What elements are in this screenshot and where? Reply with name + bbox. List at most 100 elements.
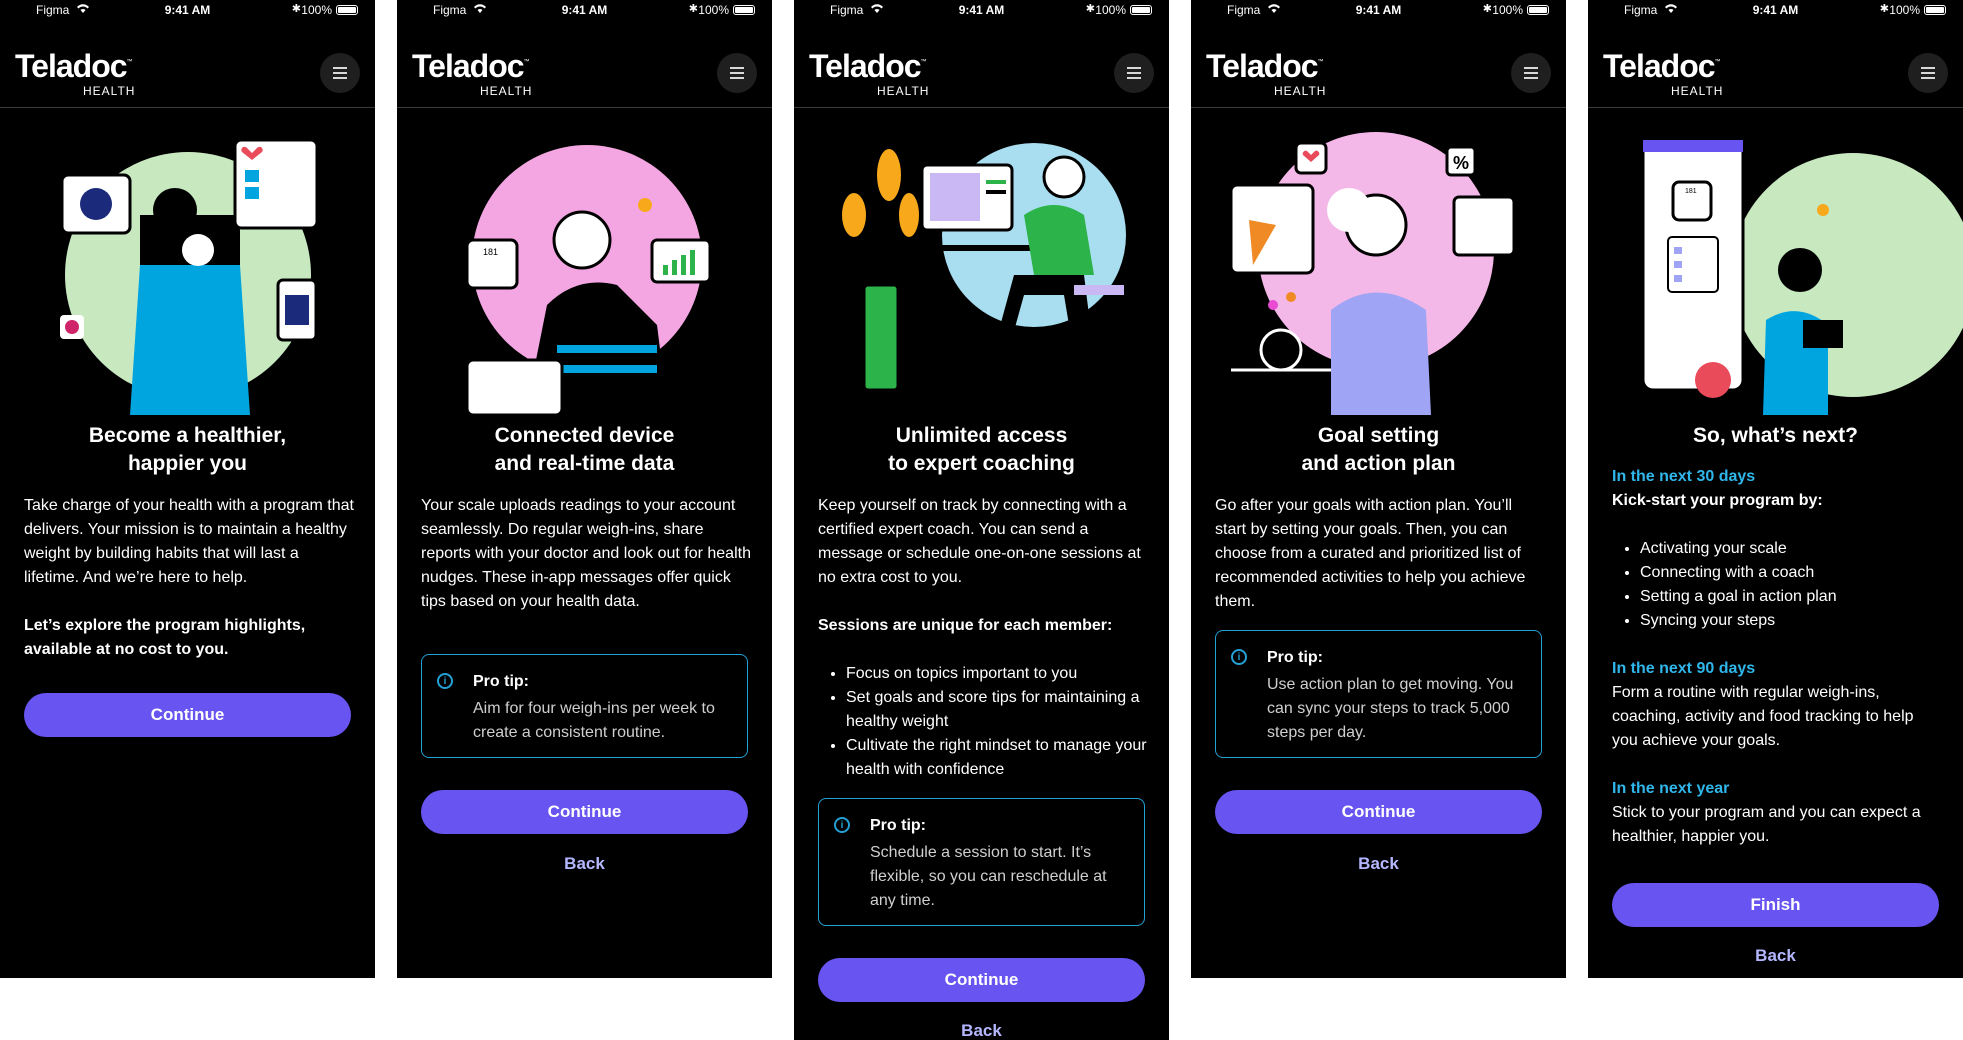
battery-percent: 100% xyxy=(698,3,729,17)
screen-4: Figma 9:41 AM ✱ 100% Teladoc™ HEALTH % G… xyxy=(1191,0,1566,978)
battery-percent: 100% xyxy=(1492,3,1523,17)
battery-icon xyxy=(1130,5,1152,15)
scale-readout: 181 xyxy=(1685,188,1697,195)
app-header: Teladoc™ HEALTH xyxy=(1588,22,1963,108)
connected-device-illustration: 181 xyxy=(465,145,712,415)
battery-percent: 100% xyxy=(1095,3,1126,17)
list-item: Focus on topics important to you xyxy=(846,662,1149,686)
bluetooth-icon: ✱ xyxy=(688,3,698,15)
pro-tip-card: i Pro tip: Schedule a session to start. … xyxy=(818,798,1145,926)
screen-body: In the next 30 days Kick-start your prog… xyxy=(1612,465,1943,849)
teladoc-logo: Teladoc™ xyxy=(1603,48,1721,84)
status-bar: Figma 9:41 AM ✱ 100% xyxy=(397,0,772,22)
menu-button[interactable] xyxy=(320,53,360,93)
menu-button[interactable] xyxy=(1114,53,1154,93)
app-header: Teladoc™ HEALTH xyxy=(0,22,375,108)
back-link[interactable]: Back xyxy=(1191,854,1566,874)
app-header: Teladoc™ HEALTH xyxy=(794,22,1169,108)
screen-title: Connected device and real-time data xyxy=(494,424,675,475)
section-heading: In the next 30 days xyxy=(1612,468,1756,485)
screen-title: Unlimited access to expert coaching xyxy=(888,424,1075,475)
finish-button[interactable]: Finish xyxy=(1612,883,1939,927)
screen-title: Become a healthier, happier you xyxy=(88,424,287,475)
info-icon: i xyxy=(1231,649,1247,665)
list-item: Set goals and score tips for maintaining… xyxy=(846,686,1149,734)
section-text: Form a routine with regular weigh-ins, c… xyxy=(1612,684,1914,749)
menu-button[interactable] xyxy=(1908,53,1948,93)
status-bar: Figma 9:41 AM ✱ 100% xyxy=(0,0,375,22)
teladoc-logo: Teladoc™ xyxy=(809,48,927,84)
list-item: Setting a goal in action plan xyxy=(1640,585,1943,609)
logo-subtitle: HEALTH xyxy=(1274,84,1327,98)
percent-icon: % xyxy=(1453,153,1469,173)
body-text: Your scale uploads readings to your acco… xyxy=(421,497,751,610)
bluetooth-icon: ✱ xyxy=(1085,3,1095,15)
continue-button[interactable]: Continue xyxy=(1215,790,1542,834)
battery-percent: 100% xyxy=(301,3,332,17)
tip-text: Schedule a session to start. It’s flexib… xyxy=(870,844,1107,909)
info-icon: i xyxy=(437,673,453,689)
logo-subtitle: HEALTH xyxy=(83,84,136,98)
tip-title: Pro tip: xyxy=(870,817,926,834)
status-bar: Figma 9:41 AM ✱ 100% xyxy=(794,0,1169,22)
continue-button[interactable]: Continue xyxy=(421,790,748,834)
teladoc-logo: Teladoc™ xyxy=(1206,48,1324,84)
section-heading: In the next year xyxy=(1612,780,1730,797)
screen-body: Your scale uploads readings to your acco… xyxy=(421,494,752,614)
sessions-list: Focus on topics important to you Set goa… xyxy=(818,662,1149,782)
whats-next-illustration: 181 xyxy=(1641,138,1963,415)
section-heading: In the next 90 days xyxy=(1612,660,1756,677)
battery-icon xyxy=(1527,5,1549,15)
back-link[interactable]: Back xyxy=(794,1021,1169,1040)
back-link[interactable]: Back xyxy=(1588,946,1963,966)
goal-setting-illustration: % xyxy=(1229,132,1516,415)
first-30-days-list: Activating your scale Connecting with a … xyxy=(1612,537,1943,633)
pro-tip-card: i Pro tip: Use action plan to get moving… xyxy=(1215,630,1542,758)
screen-body: Keep yourself on track by connecting wit… xyxy=(818,494,1149,782)
healthy-woman-illustration xyxy=(60,138,319,415)
tip-text: Aim for four weigh-ins per week to creat… xyxy=(473,700,715,741)
section-subheading: Kick-start your program by: xyxy=(1612,492,1823,509)
menu-button[interactable] xyxy=(717,53,757,93)
screen-title: So, what’s next? xyxy=(1693,424,1858,447)
logo-subtitle: HEALTH xyxy=(877,84,930,98)
logo-subtitle: HEALTH xyxy=(1671,84,1724,98)
status-bar: Figma 9:41 AM ✱ 100% xyxy=(1191,0,1566,22)
battery-icon xyxy=(1924,5,1946,15)
battery-icon xyxy=(336,5,358,15)
menu-button[interactable] xyxy=(1511,53,1551,93)
tip-title: Pro tip: xyxy=(473,673,529,690)
body-text: Go after your goals with action plan. Yo… xyxy=(1215,497,1526,610)
bluetooth-icon: ✱ xyxy=(1879,3,1889,15)
continue-button[interactable]: Continue xyxy=(818,958,1145,1002)
pro-tip-card: i Pro tip: Aim for four weigh-ins per we… xyxy=(421,654,748,758)
section-text: Stick to your program and you can expect… xyxy=(1612,804,1921,845)
tip-text: Use action plan to get moving. You can s… xyxy=(1267,676,1514,741)
screen-title: Goal setting and action plan xyxy=(1301,424,1456,475)
list-item: Syncing your steps xyxy=(1640,609,1943,633)
info-icon: i xyxy=(834,817,850,833)
list-heading: Sessions are unique for each member: xyxy=(818,617,1113,634)
battery-percent: 100% xyxy=(1889,3,1920,17)
tip-title: Pro tip: xyxy=(1267,649,1323,666)
status-bar: Figma 9:41 AM ✱ 100% xyxy=(1588,0,1963,22)
scale-readout: 181 xyxy=(483,247,498,257)
bluetooth-icon: ✱ xyxy=(1482,3,1492,15)
battery-icon xyxy=(733,5,755,15)
expert-coaching-illustration xyxy=(842,143,1126,392)
screen-body: Take charge of your health with a progra… xyxy=(24,494,355,662)
bluetooth-icon: ✱ xyxy=(291,3,301,15)
logo-subtitle: HEALTH xyxy=(480,84,533,98)
continue-button[interactable]: Continue xyxy=(24,693,351,737)
app-header: Teladoc™ HEALTH xyxy=(1191,22,1566,108)
body-text: Keep yourself on track by connecting wit… xyxy=(818,497,1141,586)
screen-3: Figma 9:41 AM ✱ 100% Teladoc™ HEALTH Unl… xyxy=(794,0,1169,1040)
back-link[interactable]: Back xyxy=(397,854,772,874)
body-emphasis: Let’s explore the program highlights, av… xyxy=(24,617,306,658)
teladoc-logo: Teladoc™ xyxy=(15,48,133,84)
screen-5: Figma 9:41 AM ✱ 100% Teladoc™ HEALTH 181… xyxy=(1588,0,1963,978)
list-item: Connecting with a coach xyxy=(1640,561,1943,585)
screen-2: Figma 9:41 AM ✱ 100% Teladoc™ HEALTH 181… xyxy=(397,0,772,978)
app-header: Teladoc™ HEALTH xyxy=(397,22,772,108)
list-item: Activating your scale xyxy=(1640,537,1943,561)
